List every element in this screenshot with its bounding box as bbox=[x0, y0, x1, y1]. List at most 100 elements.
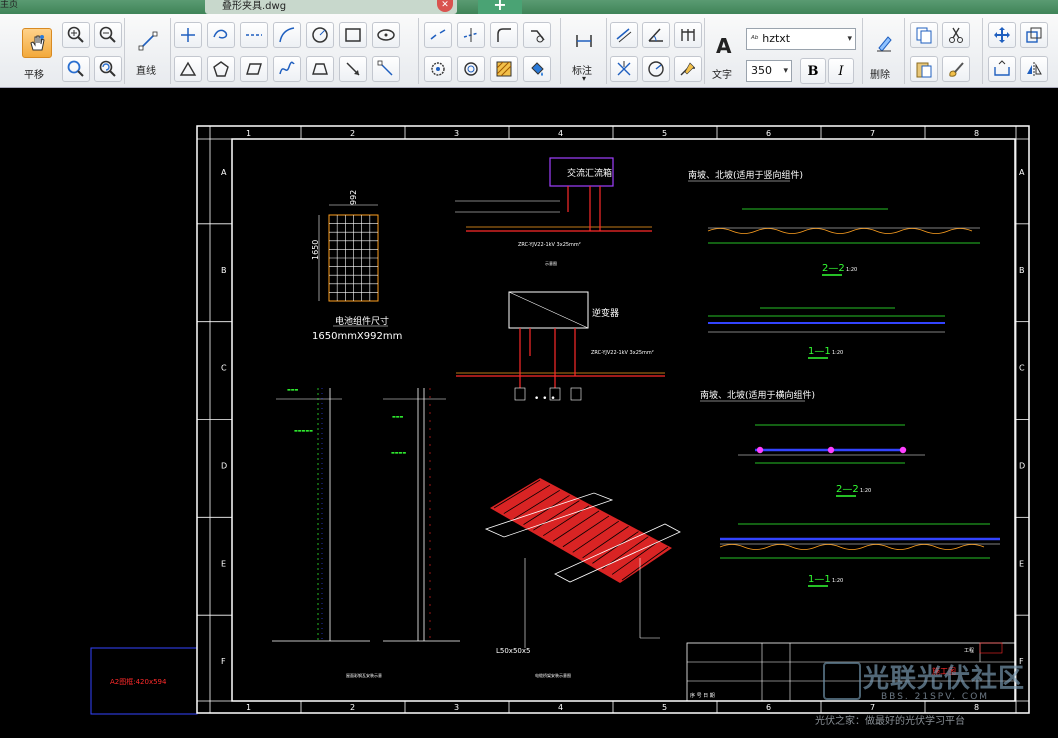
zoom-out-button[interactable] bbox=[94, 22, 122, 48]
angle-icon bbox=[648, 28, 663, 42]
svg-text:序 号 日 期: 序 号 日 期 bbox=[690, 692, 715, 699]
svg-text:1:20: 1:20 bbox=[832, 578, 843, 584]
zoom-window-button[interactable] bbox=[62, 56, 90, 82]
text-style-value: hztxt bbox=[762, 32, 791, 45]
pv-panel-drawing: 992 1650 电池组件尺寸 1650mmX992mm bbox=[311, 190, 402, 342]
hatch-button[interactable] bbox=[490, 56, 518, 82]
leader-button[interactable] bbox=[674, 56, 702, 82]
column-label: 6 bbox=[766, 703, 771, 712]
aligned-dim-button[interactable] bbox=[610, 22, 638, 48]
text-style-select[interactable]: ᴬᵇ hztxt ▾ bbox=[746, 28, 856, 50]
transverse-title: 南坡、北坡(适用于横向组件) bbox=[700, 389, 815, 401]
chevron-down-icon: ▾ bbox=[847, 34, 852, 44]
combiner-wiring: 交流汇流箱 ZRC-YJV22-1kV 3x25mm² 示意图 bbox=[455, 157, 652, 266]
arc-button[interactable] bbox=[207, 22, 235, 48]
xline-button[interactable] bbox=[240, 22, 268, 48]
mirror-icon bbox=[1027, 62, 1042, 77]
zoom-extents-button[interactable] bbox=[94, 56, 122, 82]
move-button[interactable] bbox=[988, 22, 1016, 48]
cable-label-1: ZRC-YJV22-1kV 3x25mm² bbox=[518, 242, 581, 248]
italic-button[interactable]: I bbox=[828, 58, 854, 84]
svg-text:1:20: 1:20 bbox=[846, 267, 857, 273]
cut-button[interactable] bbox=[942, 22, 970, 48]
row-label: B bbox=[1019, 266, 1025, 275]
chamfer-button[interactable] bbox=[523, 22, 551, 48]
text-icon[interactable]: A bbox=[716, 34, 731, 58]
longitudinal-title: 南坡、北坡(适用于竖向组件) bbox=[688, 169, 803, 181]
dimension-button[interactable] bbox=[570, 28, 598, 54]
fillet-icon bbox=[497, 28, 511, 42]
cable-label-2: ZRC-YJV22-1kV 3x25mm² bbox=[591, 350, 654, 356]
trapezoid-button[interactable] bbox=[306, 56, 334, 82]
rotate-button[interactable] bbox=[424, 56, 452, 82]
offset-button[interactable] bbox=[457, 56, 485, 82]
watermark: 光联光伏社区 BBS. 21SPV. COM bbox=[823, 658, 1053, 718]
pentagon-icon bbox=[213, 61, 229, 77]
document-tab[interactable]: 叠形夹具.dwg bbox=[205, 0, 457, 14]
pan-button[interactable] bbox=[22, 28, 52, 58]
fill-button[interactable] bbox=[523, 56, 551, 82]
inverter-label: 逆变器 bbox=[592, 307, 619, 319]
baseline-dim-button[interactable] bbox=[674, 22, 702, 48]
pan-label: 平移 bbox=[24, 70, 44, 81]
column-label: 5 bbox=[662, 703, 667, 712]
polyline-button[interactable] bbox=[174, 22, 202, 48]
watermark-logo-text: 光联光伏社区 bbox=[863, 664, 1026, 694]
text-height-select[interactable]: 350 ▾ bbox=[746, 60, 792, 82]
hatch-icon bbox=[496, 61, 512, 77]
spline-icon bbox=[279, 27, 295, 43]
angular-dim-button[interactable] bbox=[642, 22, 670, 48]
panel-width-dim: 992 bbox=[349, 190, 358, 205]
navigation-group: 平移 bbox=[4, 18, 125, 84]
paste-button[interactable] bbox=[910, 56, 938, 82]
circle-button[interactable] bbox=[306, 22, 334, 48]
column-label: 7 bbox=[870, 129, 875, 138]
chevron-down-icon[interactable]: ▾ bbox=[582, 74, 586, 83]
mirror-button[interactable] bbox=[1020, 56, 1048, 82]
scissors-icon bbox=[949, 27, 963, 43]
copy-button[interactable] bbox=[910, 22, 938, 48]
fillet-button[interactable] bbox=[490, 22, 518, 48]
svg-text:1:20: 1:20 bbox=[860, 488, 871, 494]
rectangle-button[interactable] bbox=[339, 22, 367, 48]
stretch-button[interactable] bbox=[988, 56, 1016, 82]
parallelogram-button[interactable] bbox=[240, 56, 268, 82]
zoom-in-icon bbox=[67, 26, 84, 43]
rotate-icon bbox=[431, 62, 445, 76]
row-label: E bbox=[221, 559, 226, 568]
bold-button[interactable]: B bbox=[800, 58, 826, 84]
scale-button[interactable] bbox=[1020, 22, 1048, 48]
zoom-in-button[interactable] bbox=[62, 22, 90, 48]
plus-icon[interactable]: + bbox=[478, 0, 522, 14]
match-properties-button[interactable] bbox=[942, 56, 970, 82]
row-label: B bbox=[221, 266, 227, 275]
delete-button[interactable] bbox=[870, 30, 898, 56]
spline-button[interactable] bbox=[273, 22, 301, 48]
move-icon bbox=[994, 27, 1010, 43]
svg-text:1—1: 1—1 bbox=[808, 574, 831, 585]
radius-dim-button[interactable] bbox=[642, 56, 670, 82]
watermark-logo-icon bbox=[823, 662, 861, 700]
mounting-caption: 屋面彩钢瓦安装示意 bbox=[346, 672, 382, 678]
svg-text:▬▬▬▬▬: ▬▬▬▬▬ bbox=[294, 428, 313, 433]
longitudinal-section: 南坡、北坡(适用于竖向组件) 2—2 1:20 1—1 1:20 bbox=[688, 169, 980, 359]
a2-frame-label: A2图框:420x594 bbox=[110, 678, 167, 686]
ordinate-dim-button[interactable] bbox=[610, 56, 638, 82]
polygon-button[interactable] bbox=[207, 56, 235, 82]
trim-button[interactable] bbox=[457, 22, 485, 48]
extend-line-icon bbox=[377, 60, 393, 76]
svg-text:2—2: 2—2 bbox=[836, 484, 859, 495]
tray-caption: 电缆桥架安装示意图 bbox=[535, 672, 571, 678]
triangle-button[interactable] bbox=[174, 56, 202, 82]
ray-button[interactable] bbox=[339, 56, 367, 82]
break-button[interactable] bbox=[424, 22, 452, 48]
freehand-button[interactable] bbox=[273, 56, 301, 82]
home-tab[interactable]: 主页 bbox=[0, 0, 18, 10]
line-button[interactable] bbox=[134, 28, 162, 54]
polyline-icon bbox=[181, 28, 195, 42]
row-label: A bbox=[1019, 168, 1025, 177]
ellipse-button[interactable] bbox=[372, 22, 400, 48]
svg-text:▬▬▬▬: ▬▬▬▬ bbox=[391, 450, 406, 455]
extend-line-button[interactable] bbox=[372, 56, 400, 82]
drawing-canvas[interactable]: 1122334455667788AABBCCDDEEFF 992 1650 电池… bbox=[0, 88, 1058, 738]
